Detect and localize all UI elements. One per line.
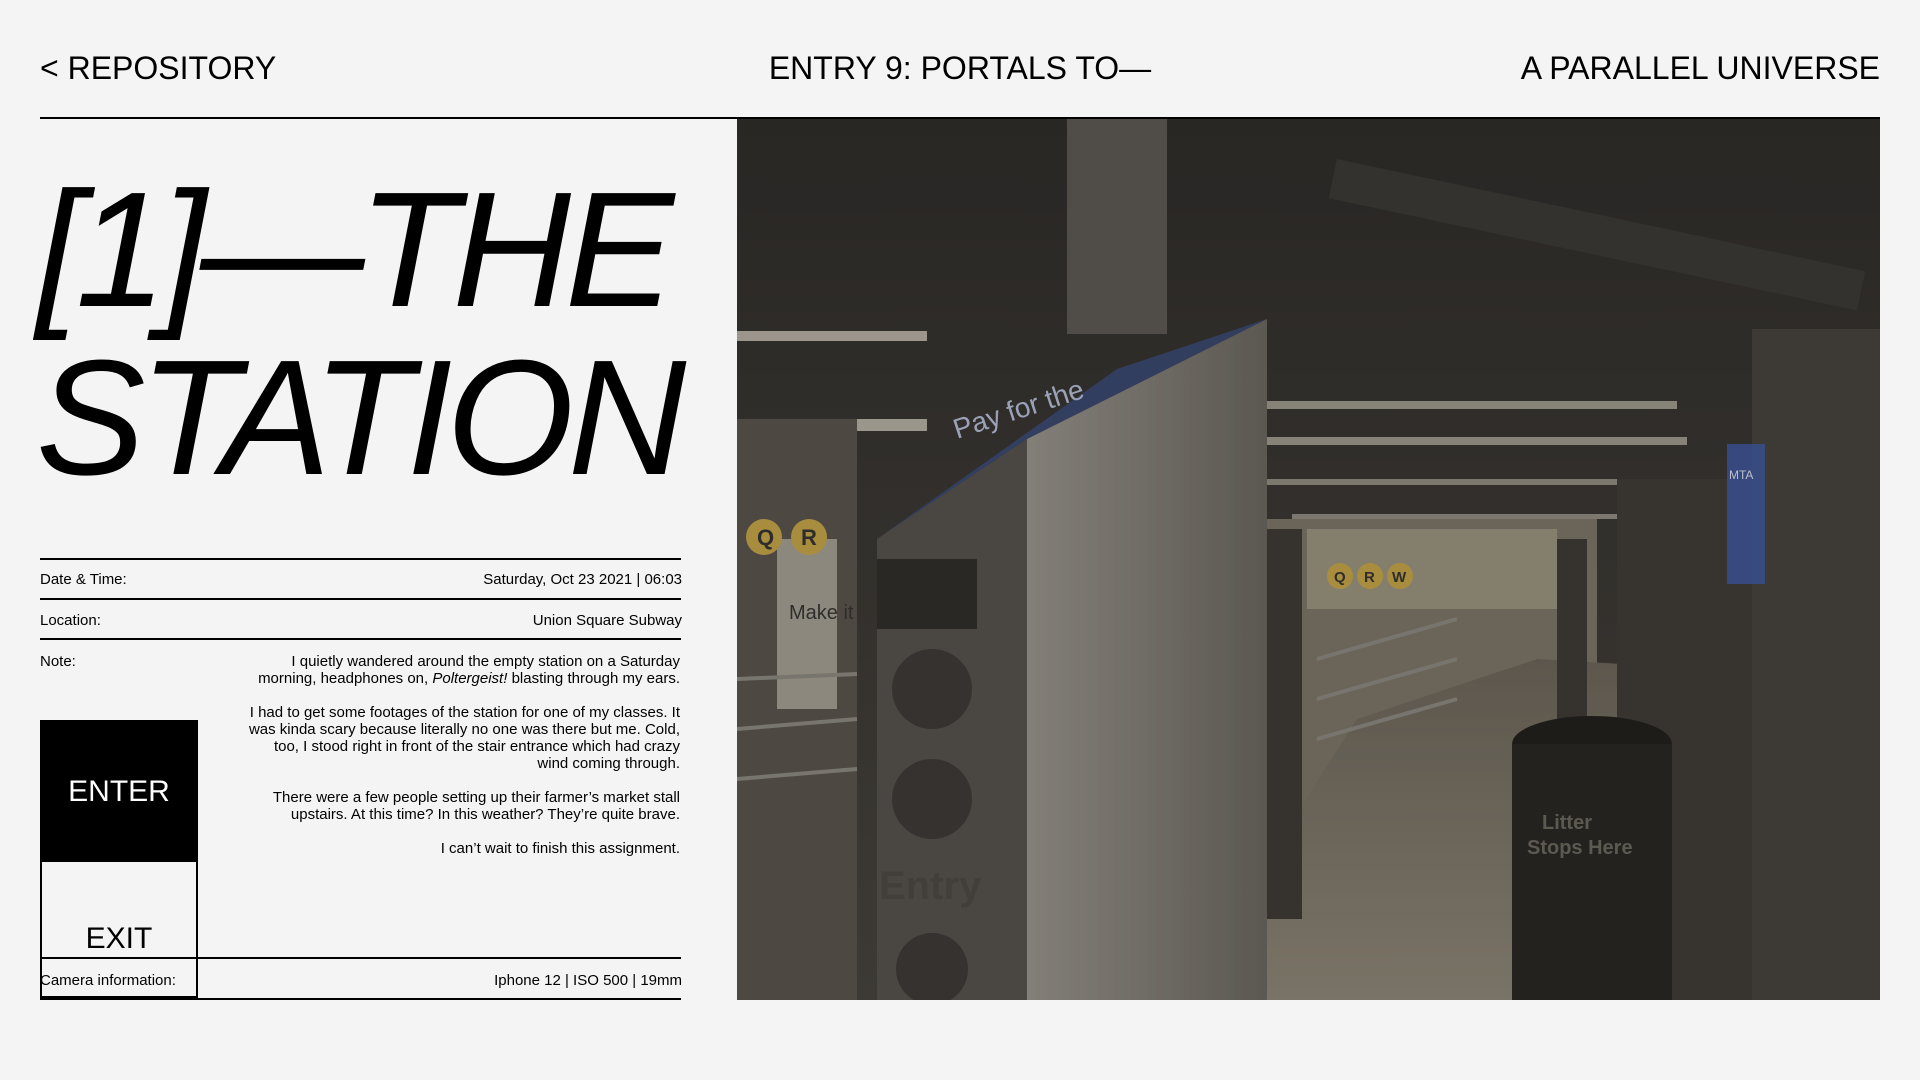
location-value: Union Square Subway (532, 612, 682, 629)
meta-divider (40, 998, 681, 1000)
meta-divider (40, 638, 681, 640)
note-song-title: Poltergeist! (432, 670, 508, 687)
camera-value: Iphone 12 | ISO 500 | 19mm (494, 972, 682, 989)
headline-line-2: STATION (36, 326, 686, 509)
enter-button[interactable]: ENTER (42, 722, 196, 862)
meta-divider (40, 598, 681, 600)
parallel-universe-label: A PARALLEL UNIVERSE (1520, 50, 1880, 86)
camera-label: Camera information: (40, 972, 176, 989)
datetime-value: Saturday, Oct 23 2021 | 06:03 (483, 571, 682, 588)
note-paragraph: I had to get some footages of the statio… (248, 704, 680, 772)
repository-back-link[interactable]: < REPOSITORY (40, 50, 276, 87)
location-label: Location: (40, 612, 101, 629)
note-paragraph: I can’t wait to finish this assignment. (440, 840, 680, 857)
top-nav: < REPOSITORY ENTRY 9: PORTALS TO— A PARA… (40, 50, 1880, 90)
subway-illustration: Make it Q R Q R W Pay for the Entry MTA … (737, 119, 1880, 1000)
headline-line-1: [1]—THE (36, 158, 674, 341)
meta-divider (40, 558, 681, 560)
note-text-span: blasting through my ears. (507, 670, 680, 687)
note-text: I quietly wandered around the empty stat… (240, 653, 680, 874)
datetime-label: Date & Time: (40, 571, 127, 588)
photo-tint (737, 119, 1880, 1000)
note-label: Note: (40, 653, 76, 670)
subway-station-photo: Make it Q R Q R W Pay for the Entry MTA … (737, 119, 1880, 1000)
note-paragraph: There were a few people setting up their… (272, 789, 680, 823)
note-paragraph: I quietly wandered around the empty stat… (240, 653, 680, 687)
page-headline: [1]—THE STATION (36, 166, 716, 502)
meta-divider (40, 957, 681, 959)
